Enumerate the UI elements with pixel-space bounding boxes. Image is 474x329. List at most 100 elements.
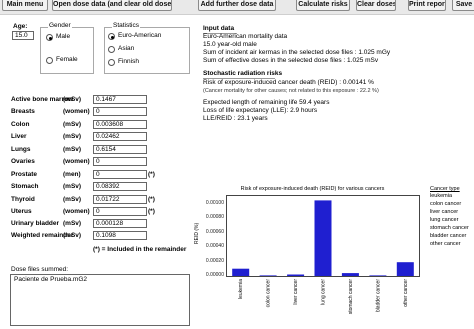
gender-female-label: Female: [56, 56, 78, 63]
reid-note: (Cancer mortality for other causes; not …: [203, 88, 379, 94]
dose-input-colon[interactable]: 0.003608: [93, 120, 147, 129]
legend-item: bladder cancer: [430, 233, 467, 239]
x-tick-label: bladder cancer: [375, 279, 381, 312]
dose-input-urinary-bladder[interactable]: 0.000128: [93, 219, 147, 228]
dose-files-label: Dose files summed:: [11, 266, 69, 273]
info-line: Sum of incident air kermas in the select…: [203, 49, 391, 56]
gender-female-radio[interactable]: [46, 57, 53, 64]
dose-label-uterus: Uterus: [11, 208, 32, 215]
calculate-risks-button[interactable]: Calculate risks: [296, 0, 350, 11]
toolbar: Main menu Open dose data (and clear old …: [0, 0, 474, 15]
age-label: Age:: [13, 23, 28, 30]
dose-unit: (mSv): [63, 121, 82, 128]
dose-unit: (mSv): [63, 96, 82, 103]
list-item[interactable]: Paciente de Prueba.mG2: [11, 275, 189, 284]
dose-input-breasts[interactable]: 0: [93, 107, 147, 116]
add-dose-data-button[interactable]: Add further dose data: [198, 0, 276, 11]
dose-label-colon: Colon: [11, 121, 30, 128]
dose-unit: (mSv): [63, 220, 82, 227]
dose-label-ovaries: Ovaries: [11, 158, 35, 165]
x-tick-label: other cancer: [403, 279, 409, 307]
clear-doses-button[interactable]: Clear doses: [356, 0, 396, 11]
dose-unit: (mSv): [63, 183, 82, 190]
y-tick-label: 0.00040: [205, 243, 224, 249]
dose-input-weighted-remainder[interactable]: 0.1098: [93, 231, 147, 240]
dose-files-list[interactable]: Paciente de Prueba.mG2: [10, 274, 190, 326]
x-tick-label: liver cancer: [293, 279, 299, 305]
stat-asian-radio[interactable]: [108, 46, 115, 53]
input-data-header: Input data: [203, 25, 235, 32]
dose-unit: (mSv): [63, 196, 82, 203]
dose-input-ovaries[interactable]: 0: [93, 157, 147, 166]
y-tick-label: 0.00060: [205, 229, 224, 235]
legend-item: other cancer: [430, 241, 461, 247]
x-tick-label: leukemia: [238, 279, 244, 299]
dose-unit: (mSv): [63, 133, 82, 140]
legend-item: colon cancer: [430, 201, 462, 207]
chart-svg: leukemia colon cancer liver cancer lung can…: [232, 200, 414, 315]
dose-label-urinary-bladder: Urinary bladder: [11, 220, 60, 227]
reid-chart: Risk of exposure-induced death (REID) fo…: [194, 184, 425, 328]
legend-item: leukemia: [430, 193, 453, 199]
legend-title: Cancer type: [430, 186, 460, 192]
bar-stomach-cancer: [341, 273, 359, 276]
dose-label-stomach: Stomach: [11, 183, 39, 190]
dose-label-thyroid: Thyroid: [11, 196, 35, 203]
stat-asian-label: Asian: [118, 45, 135, 52]
open-dose-data-button[interactable]: Open dose data (and clear old doses): [52, 0, 172, 11]
remainder-marker: (*): [148, 208, 155, 215]
dose-unit: (mSv): [63, 232, 82, 239]
stat-euro-american-label: Euro-American: [118, 32, 162, 39]
age-input[interactable]: 15.0: [12, 31, 34, 40]
info-line: Sum of effective doses in the selected d…: [203, 57, 379, 64]
statistics-title: Statistics: [112, 22, 141, 29]
print-report-button[interactable]: Print report: [408, 0, 446, 11]
gender-male-label: Male: [56, 33, 71, 40]
remainder-marker: (*): [148, 171, 155, 178]
dose-label-breasts: Breasts: [11, 108, 35, 115]
gender-male-radio[interactable]: [46, 34, 53, 41]
remainder-marker: (*): [148, 196, 155, 203]
x-tick-label: stomach cancer: [348, 279, 354, 315]
dose-input-stomach[interactable]: 0.08392: [93, 182, 147, 191]
life-line: Loss of life expectancy (LLE): 2.9 hours: [203, 107, 318, 114]
dose-input-liver[interactable]: 0.02462: [93, 132, 147, 141]
x-tick-label: lung cancer: [321, 279, 327, 305]
legend-item: stomach cancer: [430, 225, 469, 231]
x-tick-label: colon cancer: [266, 279, 272, 308]
dose-unit: (women): [63, 208, 90, 215]
legend-item: lung cancer: [430, 217, 459, 223]
dose-label-lungs: Lungs: [11, 146, 31, 153]
dose-unit: (women): [63, 108, 90, 115]
stat-finnish-label: Finnish: [118, 58, 139, 65]
dose-input-lungs[interactable]: 0.6154: [93, 145, 147, 154]
stat-euro-american-radio[interactable]: [108, 33, 115, 40]
dose-input-bone-marrow[interactable]: 0.1467: [93, 95, 147, 104]
dose-input-prostate[interactable]: 0: [93, 170, 147, 179]
life-line: Expected length of remaining life 59.4 y…: [203, 99, 330, 106]
stat-finnish-radio[interactable]: [108, 59, 115, 66]
info-line: 15.0 year-old male: [203, 41, 257, 48]
dose-input-thyroid[interactable]: 0.01722: [93, 195, 147, 204]
main-menu-button[interactable]: Main menu: [2, 0, 48, 11]
y-tick-label: 0.00000: [205, 272, 224, 278]
dose-unit: (mSv): [63, 146, 82, 153]
risk-header: Stochastic radiation risks: [203, 70, 283, 77]
bar-liver-cancer: [287, 274, 305, 276]
bar-lung-cancer: [314, 200, 332, 276]
life-line: LLE/REID : 23.1 years: [203, 115, 268, 122]
reid-line: Risk of exposure-induced cancer death (R…: [203, 79, 374, 86]
dose-unit: (men): [63, 171, 81, 178]
legend-item: liver cancer: [430, 209, 459, 215]
remainder-footnote: (*) = Included in the remainder: [93, 246, 187, 253]
save-button[interactable]: Save: [452, 0, 474, 11]
bar-other-cancer: [396, 262, 414, 276]
info-line: Euro-American mortality data: [203, 33, 288, 40]
y-tick-label: 0.00020: [205, 258, 224, 264]
dose-label-prostate: Prostate: [11, 171, 38, 178]
dose-input-uterus[interactable]: 0: [93, 207, 147, 216]
legend: Cancer type leukemia colon cancer liver …: [430, 186, 469, 247]
gender-title: Gender: [48, 22, 72, 29]
dose-unit: (women): [63, 158, 90, 165]
y-tick-label: 0.00100: [205, 200, 224, 206]
